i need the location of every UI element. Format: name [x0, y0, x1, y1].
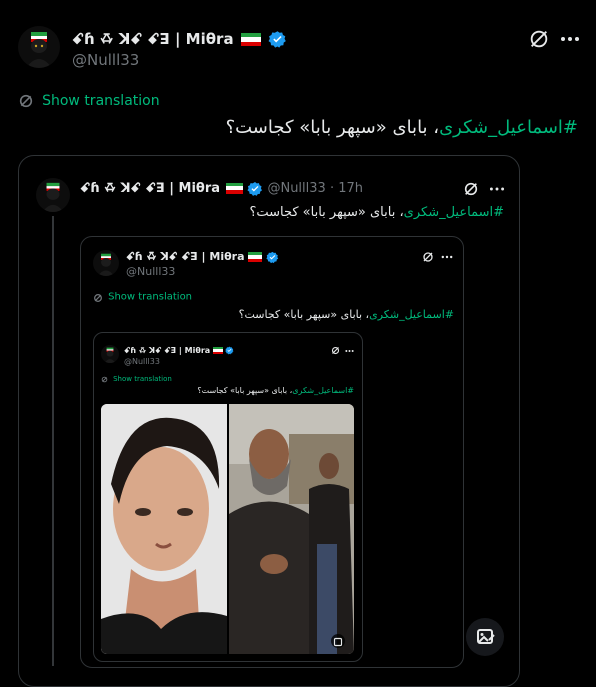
- media-grid[interactable]: [101, 404, 354, 654]
- timestamp[interactable]: 17h: [338, 181, 363, 196]
- translate-icon: [101, 376, 108, 383]
- hashtag-link[interactable]: #اسماعیل_شکری: [439, 117, 578, 138]
- handle[interactable]: @Nulll33: [72, 51, 139, 69]
- grok-icon[interactable]: [463, 181, 479, 197]
- portrait-photo: [101, 404, 227, 654]
- more-icon[interactable]: [345, 348, 354, 354]
- author-line: ꗃꚕ ꗇ ꓘꗃ ꗃꓱ | Miθra: [72, 29, 287, 49]
- grok-icon[interactable]: [528, 28, 550, 50]
- iran-flag-icon: [226, 182, 244, 195]
- crowd-photo: [229, 404, 354, 654]
- show-translation-button[interactable]: Show translation: [101, 374, 172, 383]
- show-translation-label: Show translation: [113, 375, 172, 383]
- iran-flag-icon: [241, 32, 262, 47]
- quoted-tweet-text-body: ، بابای «سپهر بابا» کجاست؟: [249, 205, 404, 220]
- verified-icon[interactable]: [268, 30, 287, 49]
- nested-tweet-text-2: #اسماعیل_شکری، بابای «سپهر بابا» کجاست؟: [197, 385, 354, 396]
- hashtag-link[interactable]: #اسماعیل_شکری: [292, 386, 354, 395]
- thread-line: [52, 216, 54, 666]
- tweet-text-body: ، بابای «سپهر بابا» کجاست؟: [225, 117, 440, 138]
- more-icon[interactable]: [489, 183, 505, 195]
- grok-icon[interactable]: [331, 346, 340, 355]
- verified-icon[interactable]: [265, 251, 279, 264]
- nested-tweet-text-body-2: ، بابای «سپهر بابا» کجاست؟: [197, 386, 293, 395]
- nested-display-name[interactable]: ꗃꚕ ꗇ ꓘꗃ ꗃꓱ | Miθra: [126, 250, 245, 263]
- verified-icon[interactable]: [225, 346, 234, 355]
- grok-icon[interactable]: [422, 251, 434, 263]
- show-translation-label: Show translation: [108, 291, 193, 303]
- media-edit-icon[interactable]: [331, 634, 345, 648]
- quoted-handle[interactable]: @Nulll33: [267, 181, 325, 196]
- translate-icon: [94, 293, 102, 302]
- iran-flag-icon: [248, 252, 262, 262]
- quoted-avatar[interactable]: [36, 178, 70, 212]
- more-icon[interactable]: [560, 30, 580, 48]
- quoted-display-name[interactable]: ꗃꚕ ꗇ ꓘꗃ ꗃꓱ | Miθra: [80, 181, 220, 196]
- separator: ·: [329, 181, 335, 196]
- nested-display-name-2[interactable]: ꗃꚕ ꗇ ꓘꗃ ꗃꓱ | Miθra: [124, 346, 210, 355]
- avatar-image: [18, 26, 60, 68]
- show-translation-button[interactable]: Show translation: [18, 91, 160, 109]
- avatar[interactable]: [18, 26, 60, 68]
- nested-handle-2[interactable]: @Nulll33: [124, 357, 160, 366]
- tweet-text: #اسماعیل_شکری، بابای «سپهر بابا» کجاست؟: [226, 116, 578, 140]
- nested-author-line-2: ꗃꚕ ꗇ ꓘꗃ ꗃꓱ | Miθra: [124, 346, 234, 356]
- avatar-image: [93, 250, 119, 276]
- nested-author-line: ꗃꚕ ꗇ ꓘꗃ ꗃꓱ | Miθra: [126, 250, 279, 264]
- iran-flag-icon: [212, 347, 223, 354]
- show-translation-button[interactable]: Show translation: [93, 291, 192, 303]
- quoted-tweet-text: #اسماعیل_شکری، بابای «سپهر بابا» کجاست؟: [249, 204, 504, 222]
- nested-handle[interactable]: @Nulll33: [126, 265, 175, 278]
- photo-right[interactable]: [229, 404, 354, 654]
- nested-avatar[interactable]: [93, 250, 119, 276]
- quoted-author-line: ꗃꚕ ꗇ ꓘꗃ ꗃꓱ | Miθra @Nulll33 · 17h: [80, 180, 363, 198]
- photo-left[interactable]: [101, 404, 227, 654]
- more-icon[interactable]: [441, 253, 453, 261]
- hashtag-link[interactable]: #اسماعیل_شکری: [404, 205, 504, 220]
- nested-tweet-text: #اسماعیل_شکری، بابای «سپهر بابا» کجاست؟: [239, 307, 454, 322]
- avatar-image: [101, 345, 119, 363]
- verified-icon[interactable]: [247, 181, 263, 197]
- hashtag-link[interactable]: #اسماعیل_شکری: [369, 308, 454, 321]
- show-translation-label: Show translation: [42, 92, 160, 109]
- nested-avatar-2[interactable]: [101, 345, 119, 363]
- translate-icon: [19, 94, 33, 107]
- display-name[interactable]: ꗃꚕ ꗇ ꓘꗃ ꗃꓱ | Miθra: [72, 30, 234, 48]
- media-edit-icon[interactable]: [466, 618, 504, 656]
- nested-tweet-text-body: ، بابای «سپهر بابا» کجاست؟: [238, 308, 370, 321]
- avatar-image: [36, 178, 70, 212]
